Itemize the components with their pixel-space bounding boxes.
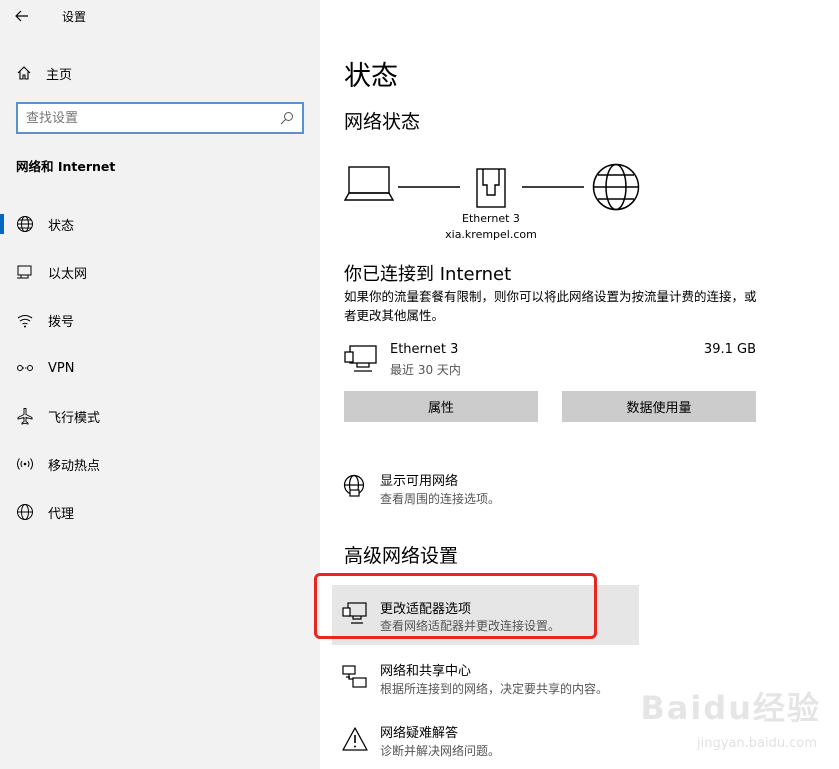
home-icon <box>17 66 31 80</box>
properties-button[interactable]: 属性 <box>344 391 538 422</box>
app-title: 设置 <box>62 9 87 24</box>
sidebar-item-ethernet[interactable]: 以太网 <box>0 248 320 296</box>
data-usage-button[interactable]: 数据使用量 <box>562 391 756 422</box>
globe-icon <box>16 503 34 521</box>
ethernet-connection: Ethernet 3 最近 30 天内 39.1 GB <box>344 340 756 380</box>
sidebar-item-label: 状态 <box>48 218 75 234</box>
link-subtitle: 根据所连接到的网络，决定要共享的内容。 <box>380 682 609 696</box>
sidebar-item-airplane-mode[interactable]: 飞行模式 <box>0 392 320 440</box>
link-subtitle: 查看周围的连接选项。 <box>380 492 501 506</box>
link-title: 网络和共享中心 <box>380 664 472 679</box>
connected-description: 如果你的流量套餐有限制，则你可以将此网络设置为按流量计费的连接，或者更改其他属性… <box>344 289 757 323</box>
search-box[interactable] <box>16 102 304 134</box>
sidebar-item-home[interactable]: 主页 <box>16 60 72 86</box>
annotation-highlight-box <box>314 573 597 639</box>
sidebar-nav: 状态 以太网 拨号 VPN 飞行模式 移动热点 代理 <box>0 200 320 536</box>
sidebar-item-label: 移动热点 <box>48 458 101 474</box>
sidebar: 设置 主页 网络和 Internet 状态 以太网 拨号 <box>0 0 320 769</box>
hotspot-icon <box>16 455 34 473</box>
sidebar-item-label: 飞行模式 <box>48 410 101 426</box>
sidebar-item-label: 代理 <box>48 506 75 522</box>
back-button[interactable] <box>0 0 44 32</box>
network-troubleshooter-link[interactable]: 网络疑难解答 诊断并解决网络问题。 <box>332 714 639 764</box>
ethernet-usage: 39.1 GB <box>703 342 756 357</box>
show-available-networks-link[interactable]: 显示可用网络 查看周围的连接选项。 <box>332 462 639 512</box>
link-title: 网络疑难解答 <box>380 726 459 741</box>
page-title: 状态 <box>344 61 398 92</box>
ethernet-icon <box>16 263 34 281</box>
laptop-icon <box>344 166 394 201</box>
ethernet-period: 最近 30 天内 <box>390 363 461 377</box>
network-diagram: Ethernet 3 xia.krempel.com <box>344 160 664 250</box>
sidebar-item-proxy[interactable]: 代理 <box>0 488 320 536</box>
titlebar: 设置 <box>0 0 320 32</box>
sidebar-item-status[interactable]: 状态 <box>0 200 320 248</box>
network-sharing-center-link[interactable]: 网络和共享中心 根据所连接到的网络，决定要共享的内容。 <box>332 652 639 702</box>
sidebar-item-label: VPN <box>48 360 75 376</box>
ethernet-name: Ethernet 3 <box>390 342 459 357</box>
search-icon[interactable] <box>280 111 294 125</box>
adapter-name-label: Ethernet 3 <box>462 212 520 225</box>
main-content: 状态 网络状态 Ethernet 3 xia.krempel.com 你已连接到… <box>320 0 839 769</box>
section-title: 网络和 Internet <box>16 159 116 174</box>
network-status-heading: 网络状态 <box>344 111 421 133</box>
dialup-icon <box>16 311 34 329</box>
vpn-icon <box>16 359 34 377</box>
ethernet-pc-icon <box>344 345 377 372</box>
sidebar-item-mobile-hotspot[interactable]: 移动热点 <box>0 440 320 488</box>
search-input[interactable] <box>26 110 280 126</box>
link-subtitle: 诊断并解决网络问题。 <box>380 744 501 758</box>
connection-line-left <box>398 186 460 188</box>
sidebar-item-label: 拨号 <box>48 314 75 330</box>
network-globe-icon <box>343 474 365 497</box>
domain-label: xia.krempel.com <box>445 228 537 241</box>
status-icon <box>16 215 34 233</box>
sharing-center-icon <box>342 665 367 688</box>
link-title: 显示可用网络 <box>380 474 459 489</box>
airplane-icon <box>16 407 34 425</box>
back-arrow-icon <box>15 10 28 22</box>
connected-title: 你已连接到 Internet <box>344 264 512 285</box>
watermark-url: jingyan.baidu.com <box>697 736 817 751</box>
warning-icon <box>342 727 368 751</box>
internet-globe-icon <box>592 163 640 211</box>
home-label: 主页 <box>46 67 73 83</box>
advanced-network-settings-heading: 高级网络设置 <box>344 545 459 567</box>
sidebar-item-vpn[interactable]: VPN <box>0 344 320 392</box>
ethernet-port-icon <box>476 168 506 208</box>
watermark-logo: Baidu经验 <box>640 689 821 727</box>
sidebar-item-label: 以太网 <box>48 266 88 282</box>
connection-line-right <box>522 186 584 188</box>
sidebar-item-dialup[interactable]: 拨号 <box>0 296 320 344</box>
